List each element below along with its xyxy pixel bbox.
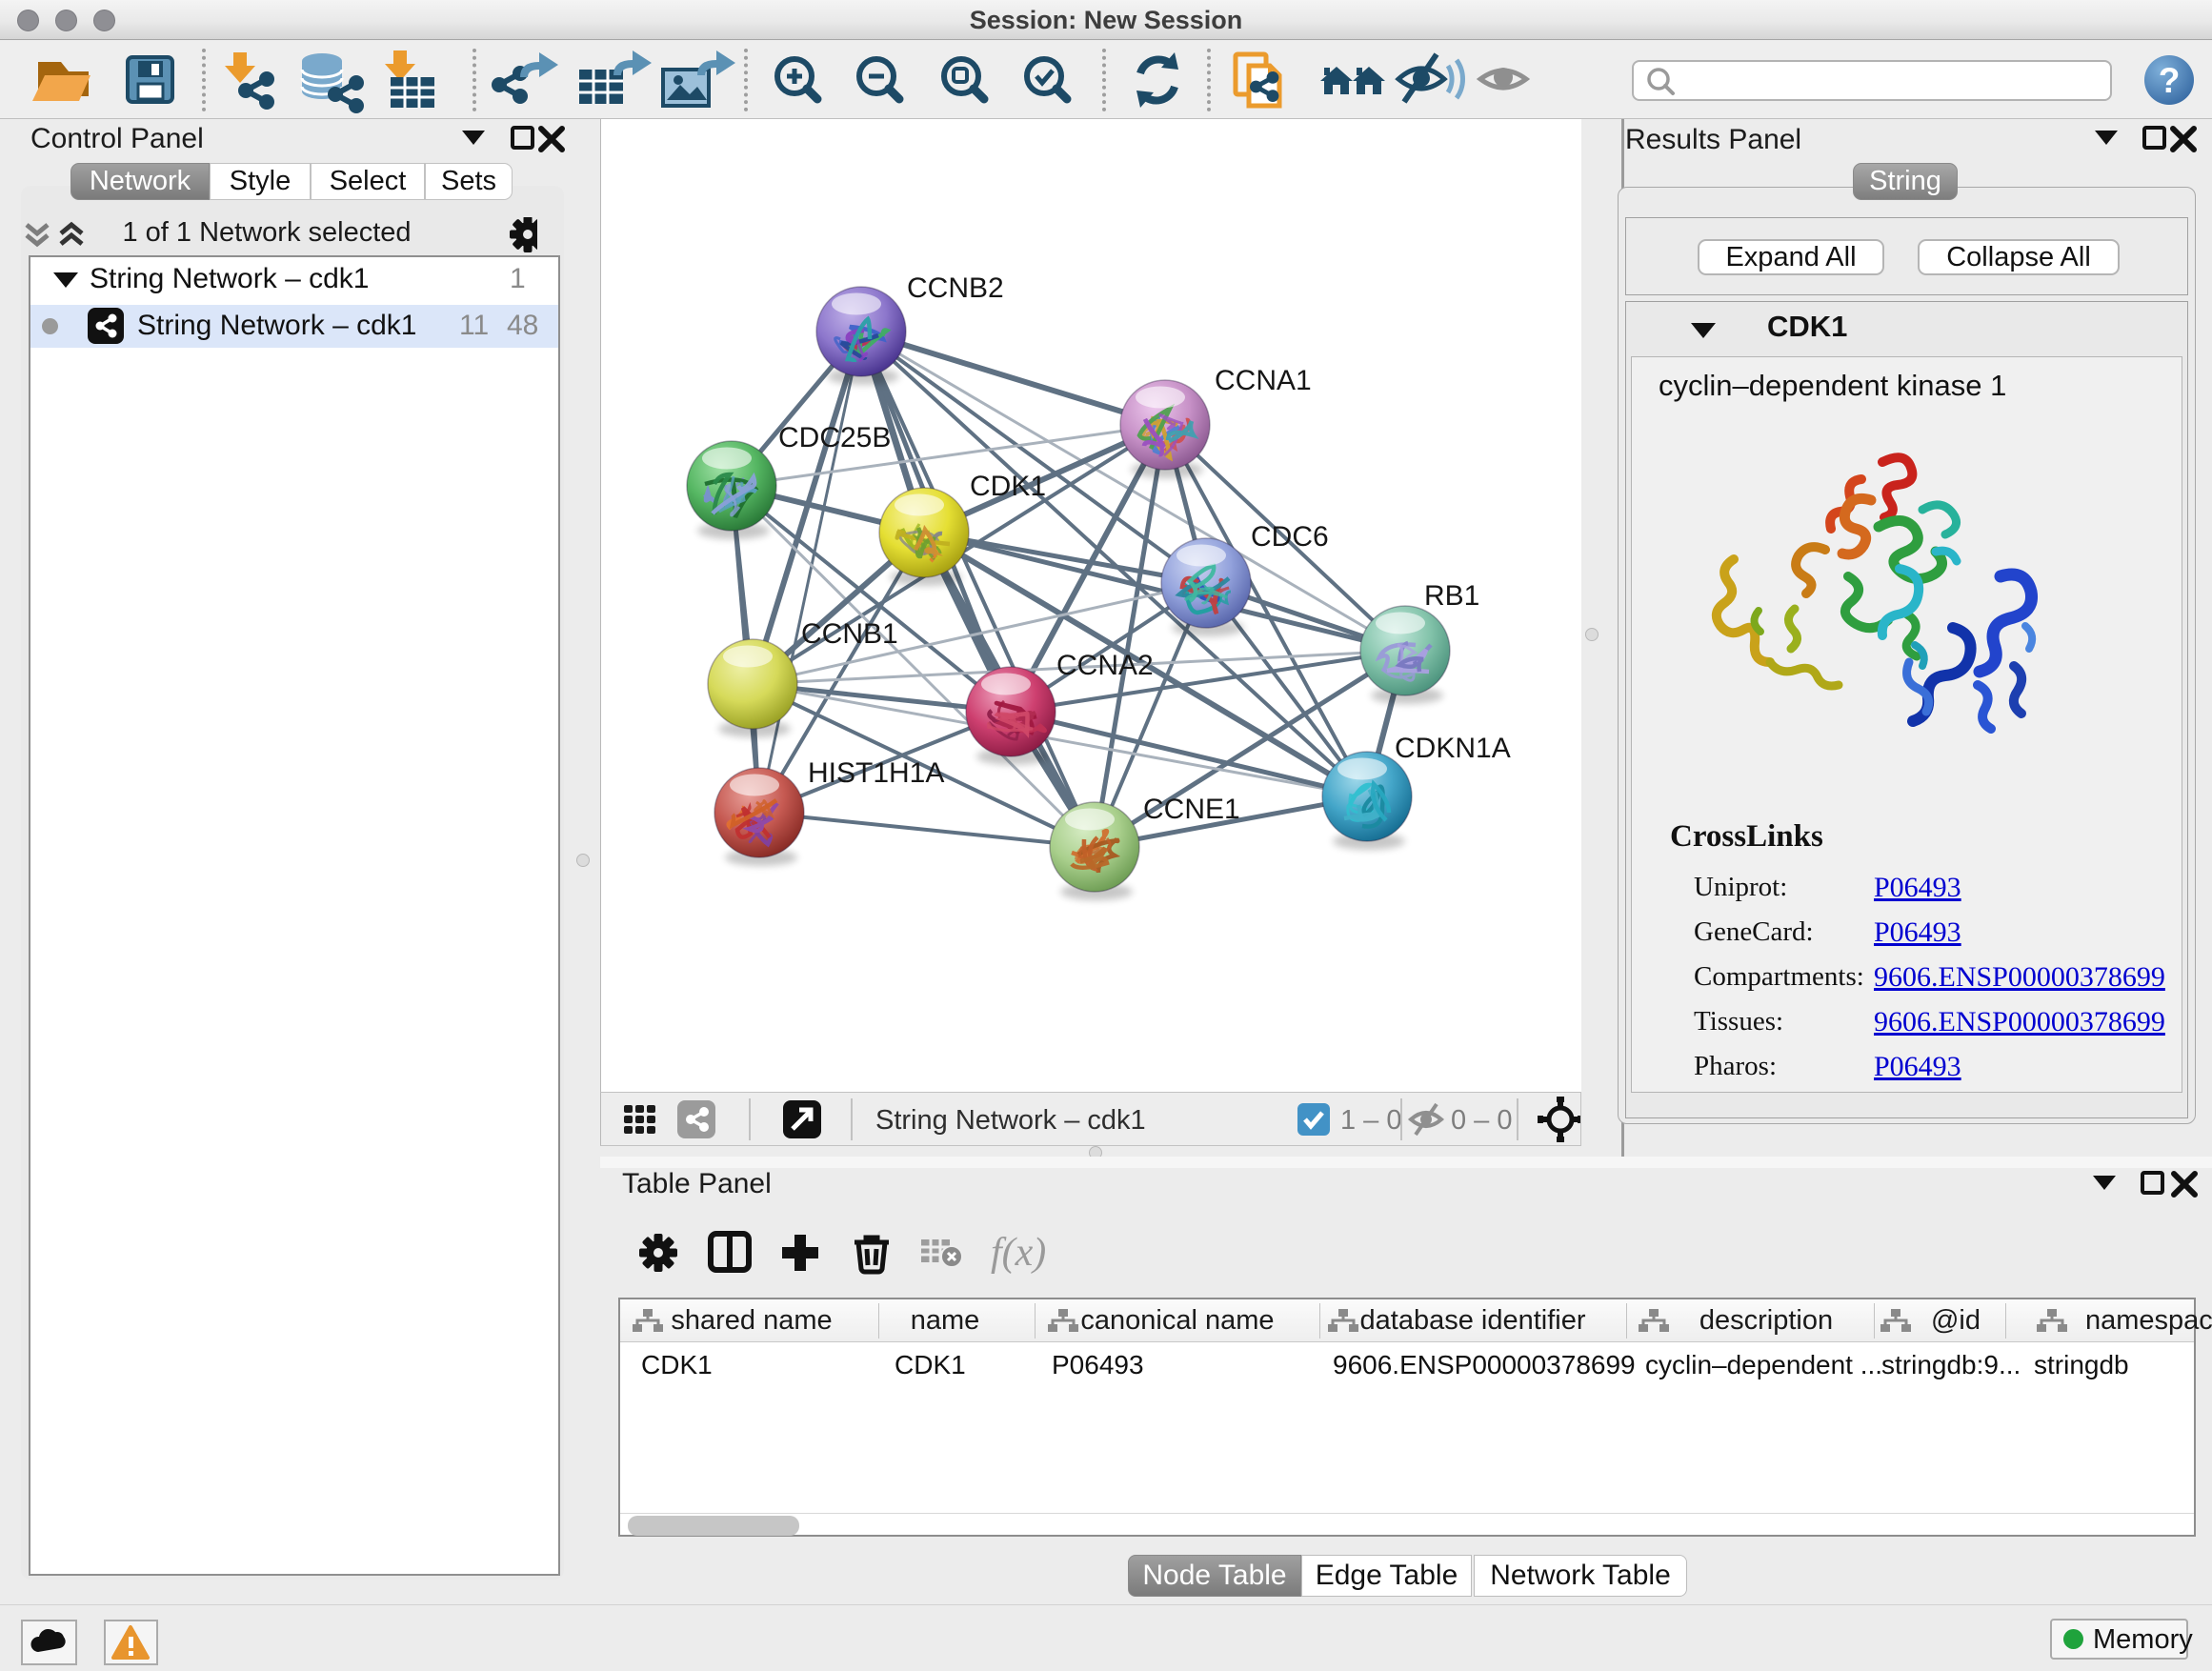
svg-text:f(x): f(x) [991, 1231, 1046, 1275]
svg-text:CCNB2: CCNB2 [907, 272, 1004, 304]
svg-text:1 – 0: 1 – 0 [1340, 1105, 1402, 1136]
svg-text:CCNA1: CCNA1 [1215, 365, 1312, 396]
svg-text:CDKN1A: CDKN1A [1395, 733, 1511, 764]
svg-text:RB1: RB1 [1424, 580, 1479, 612]
svg-text:0 – 0: 0 – 0 [1451, 1105, 1513, 1136]
svg-text:CDC25B: CDC25B [778, 422, 891, 453]
svg-text:CCNA2: CCNA2 [1056, 650, 1154, 681]
svg-text:String Network – cdk1: String Network – cdk1 [875, 1105, 1146, 1136]
svg-text:CDK1: CDK1 [970, 471, 1046, 502]
svg-text:CCNB1: CCNB1 [801, 618, 898, 650]
svg-text:CDC6: CDC6 [1251, 521, 1329, 553]
svg-text:?: ? [2159, 61, 2181, 100]
svg-text:CCNE1: CCNE1 [1143, 794, 1240, 825]
svg-text:HIST1H1A: HIST1H1A [808, 757, 944, 789]
